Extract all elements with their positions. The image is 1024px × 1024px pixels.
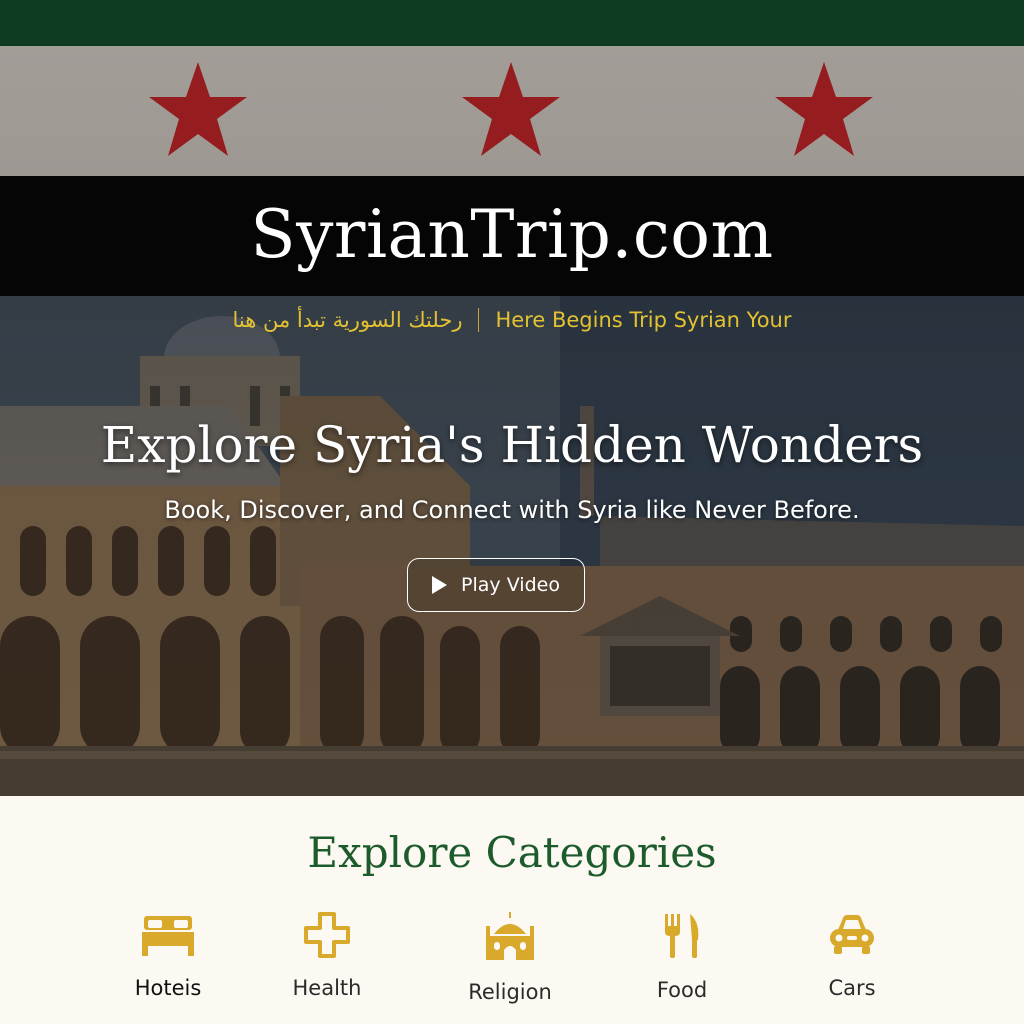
category-label: Hoteis	[134, 976, 202, 1000]
category-hotels[interactable]: Hoteis	[108, 912, 228, 1000]
play-video-button[interactable]: Play Video	[407, 558, 585, 612]
category-cars[interactable]: Cars	[792, 912, 912, 1000]
flag-green-band	[0, 0, 1024, 46]
tagline-divider	[478, 308, 480, 332]
hero-section: رحلتك السورية تبدأ من هنا Here Begins Tr…	[0, 296, 1024, 796]
site-logo-text[interactable]: SyrianTrip.com	[250, 196, 773, 273]
tagline: رحلتك السورية تبدأ من هنا Here Begins Tr…	[0, 304, 1024, 336]
category-label: Religion	[468, 980, 552, 1004]
category-food[interactable]: Food	[622, 912, 742, 1002]
tagline-english: Here Begins Trip Syrian Your	[495, 308, 792, 332]
category-religion[interactable]: Religion	[450, 912, 570, 1004]
medical-cross-icon	[304, 912, 350, 958]
bed-icon	[142, 916, 194, 956]
category-label: Food	[656, 978, 708, 1002]
play-icon	[432, 576, 448, 594]
red-star-icon	[149, 62, 247, 156]
play-video-label: Play Video	[461, 574, 560, 596]
flag-white-band	[0, 46, 1024, 176]
categories-section: Explore Categories Hoteis Health Religio…	[0, 796, 1024, 1024]
car-icon	[830, 915, 874, 954]
red-star-icon	[775, 62, 873, 156]
hero-subtitle: Book, Discover, and Connect with Syria l…	[164, 496, 860, 524]
mosque-icon	[486, 912, 534, 960]
category-health[interactable]: Health	[267, 912, 387, 1000]
category-label: Health	[292, 976, 362, 1000]
category-label: Cars	[828, 976, 876, 1000]
red-star-icon	[462, 62, 560, 156]
brand-bar: SyrianTrip.com	[0, 176, 1024, 296]
hero-overlay	[0, 296, 1024, 796]
categories-title: Explore Categories	[307, 828, 717, 877]
fork-knife-icon	[665, 914, 699, 958]
hero-title: Explore Syria's Hidden Wonders	[100, 416, 924, 474]
tagline-arabic: رحلتك السورية تبدأ من هنا	[232, 308, 463, 332]
